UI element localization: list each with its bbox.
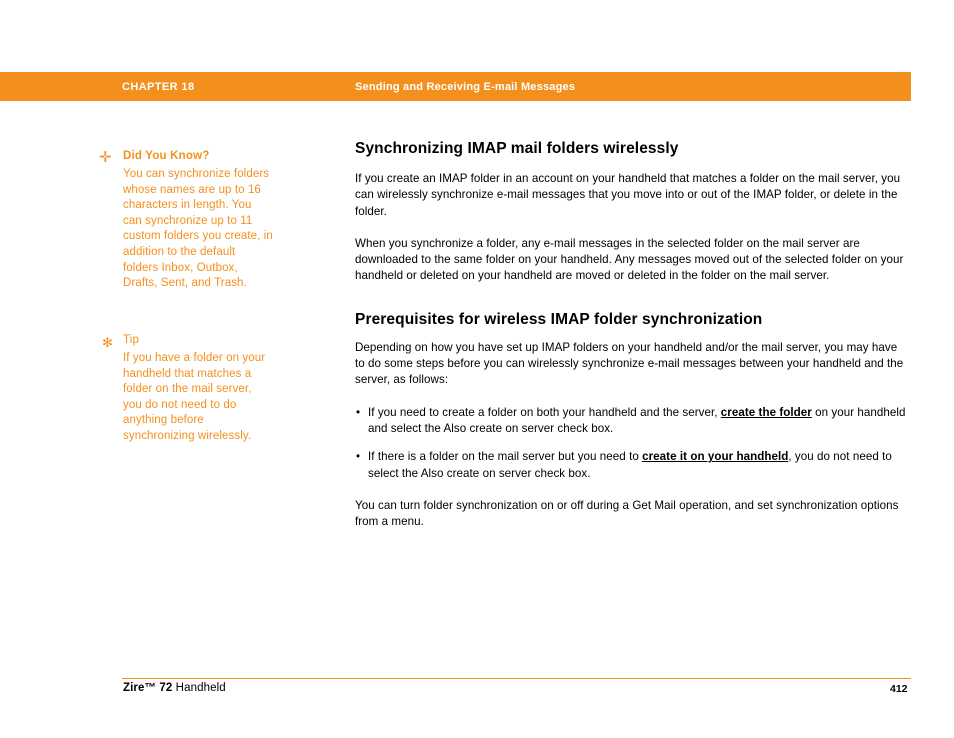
paragraph-imap-folder-match: If you create an IMAP folder in an accou… (355, 172, 901, 218)
header-chapter-title: Sending and Receiving E-mail Messages (355, 81, 576, 93)
section-title-prerequisites: Prerequisites for wireless IMAP folder s… (355, 310, 763, 328)
prerequisites-list: If you need to create a folder on both y… (355, 405, 909, 482)
section-title-synchronizing-imap: Synchronizing IMAP mail folders wireless… (355, 140, 679, 157)
footer-product-name: Zire™ 72 Handheld (123, 682, 226, 694)
footer-product-bold: Zire™ 72 (123, 682, 173, 694)
cross-reference-create-the-folder[interactable]: create the folder (721, 406, 812, 419)
paragraph-get-mail-options: You can turn folder synchronization on o… (355, 498, 899, 529)
list-item: If there is a folder on the mail server … (355, 449, 909, 482)
asterisk-icon: ✻ (102, 335, 113, 350)
paragraph-sync-behavior: When you synchronize a folder, any e-mai… (355, 236, 904, 283)
paragraph-prerequisites-intro: Depending on how you have set up IMAP fo… (355, 340, 904, 387)
footer-page-number: 412 (890, 683, 908, 695)
margin-note-heading: Did You Know? (123, 150, 210, 162)
bullet-text-before: If there is a folder on the mail server … (368, 450, 643, 464)
list-item: If you need to create a folder on both y… (355, 405, 909, 438)
margin-note-tip: Tip If you have a folder on your handhel… (123, 332, 273, 445)
margin-note-heading: Tip (123, 334, 140, 346)
footer-divider (122, 678, 911, 679)
margin-note-body: You can synchronize folders whose names … (123, 168, 273, 290)
footer-product-light: Handheld (172, 682, 226, 694)
bullet-text-before: If you need to create a folder on both y… (368, 405, 721, 419)
margin-note-body: If you have a folder on your handheld th… (123, 352, 266, 442)
cross-reference-create-it-on-your-handheld[interactable]: create it on your handheld (642, 450, 788, 463)
plus-icon: ✛ (99, 149, 112, 166)
margin-note-did-you-know: Did You Know? You can synchronize folder… (123, 148, 273, 292)
main-content: Synchronizing IMAP mail folders wireless… (355, 140, 909, 546)
header-chapter-label: CHAPTER 18 (122, 81, 195, 93)
